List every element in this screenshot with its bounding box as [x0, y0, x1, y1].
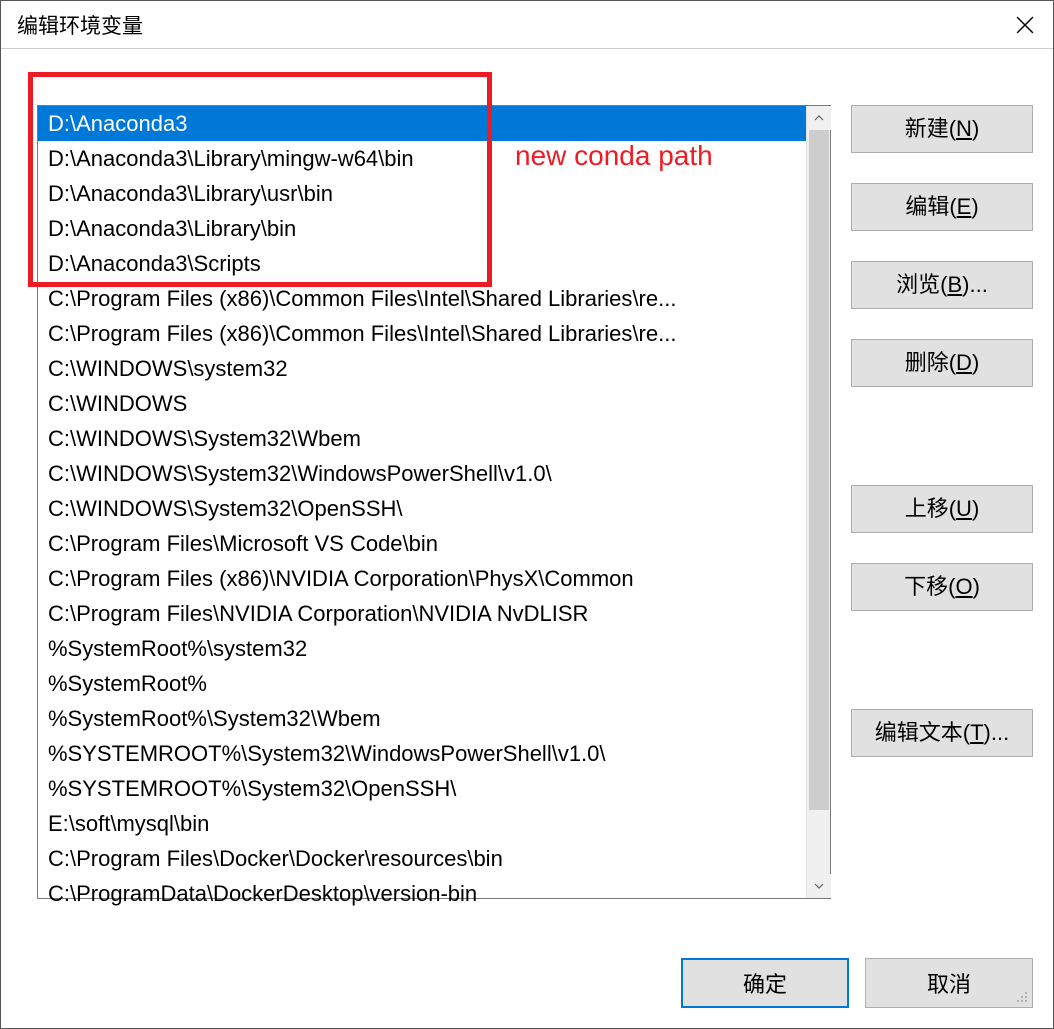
new-button[interactable]: 新建(N) [851, 105, 1033, 153]
list-item[interactable]: C:\Program Files\Docker\Docker\resources… [38, 841, 806, 876]
resize-grip-icon[interactable] [1013, 988, 1029, 1004]
list-item[interactable]: C:\Program Files (x86)\NVIDIA Corporatio… [38, 561, 806, 596]
scroll-thumb[interactable] [809, 130, 829, 810]
ok-button[interactable]: 确定 [681, 958, 849, 1008]
scroll-down-button[interactable] [807, 874, 831, 898]
list-item[interactable]: %SystemRoot%\System32\Wbem [38, 701, 806, 736]
list-item[interactable]: C:\WINDOWS\system32 [38, 351, 806, 386]
move-down-button[interactable]: 下移(O) [851, 563, 1033, 611]
list-item[interactable]: %SYSTEMROOT%\System32\OpenSSH\ [38, 771, 806, 806]
close-icon [1016, 16, 1034, 34]
cancel-button[interactable]: 取消 [865, 958, 1033, 1008]
chevron-up-icon [814, 113, 824, 123]
list-item[interactable]: C:\ProgramData\DockerDesktop\version-bin [38, 876, 806, 911]
list-item[interactable]: C:\Program Files (x86)\Common Files\Inte… [38, 281, 806, 316]
list-item[interactable]: D:\Anaconda3\Scripts [38, 246, 806, 281]
move-up-button[interactable]: 上移(U) [851, 485, 1033, 533]
list-item[interactable]: C:\WINDOWS\System32\OpenSSH\ [38, 491, 806, 526]
edit-environment-variable-dialog: 编辑环境变量 new conda path D:\Anaconda3D:\Ana… [0, 0, 1054, 1029]
scroll-up-button[interactable] [807, 106, 831, 130]
titlebar: 编辑环境变量 [1, 1, 1053, 49]
list-item[interactable]: C:\Program Files (x86)\Common Files\Inte… [38, 316, 806, 351]
scrollbar[interactable] [806, 106, 830, 898]
list-item[interactable]: C:\WINDOWS\System32\Wbem [38, 421, 806, 456]
list-item[interactable]: %SYSTEMROOT%\System32\WindowsPowerShell\… [38, 736, 806, 771]
list-item[interactable]: D:\Anaconda3\Library\bin [38, 211, 806, 246]
footer-row: 确定 取消 [37, 934, 1033, 1008]
close-button[interactable] [997, 1, 1053, 49]
list-item[interactable]: C:\Program Files\Microsoft VS Code\bin [38, 526, 806, 561]
button-column: 新建(N) 编辑(E) 浏览(B)... 删除(D) 上移(U) 下移(O) 编… [851, 73, 1033, 934]
list-item[interactable]: D:\Anaconda3\Library\usr\bin [38, 176, 806, 211]
list-item[interactable]: C:\WINDOWS\System32\WindowsPowerShell\v1… [38, 456, 806, 491]
list-item[interactable]: %SystemRoot%\system32 [38, 631, 806, 666]
listbox-wrap: new conda path D:\Anaconda3D:\Anaconda3\… [37, 105, 831, 934]
edit-button[interactable]: 编辑(E) [851, 183, 1033, 231]
list-item[interactable]: %SystemRoot% [38, 666, 806, 701]
path-listbox[interactable]: D:\Anaconda3D:\Anaconda3\Library\mingw-w… [37, 105, 831, 899]
chevron-down-icon [814, 881, 824, 891]
window-title: 编辑环境变量 [17, 10, 143, 40]
list-item[interactable]: D:\Anaconda3 [38, 106, 806, 141]
list-item[interactable]: D:\Anaconda3\Library\mingw-w64\bin [38, 141, 806, 176]
list-item[interactable]: C:\WINDOWS [38, 386, 806, 421]
list-item[interactable]: C:\Program Files\NVIDIA Corporation\NVID… [38, 596, 806, 631]
browse-button[interactable]: 浏览(B)... [851, 261, 1033, 309]
list-item[interactable]: E:\soft\mysql\bin [38, 806, 806, 841]
content-row: new conda path D:\Anaconda3D:\Anaconda3\… [37, 73, 1033, 934]
dialog-body: new conda path D:\Anaconda3D:\Anaconda3\… [1, 49, 1053, 1028]
edit-text-button[interactable]: 编辑文本(T)... [851, 709, 1033, 757]
delete-button[interactable]: 删除(D) [851, 339, 1033, 387]
